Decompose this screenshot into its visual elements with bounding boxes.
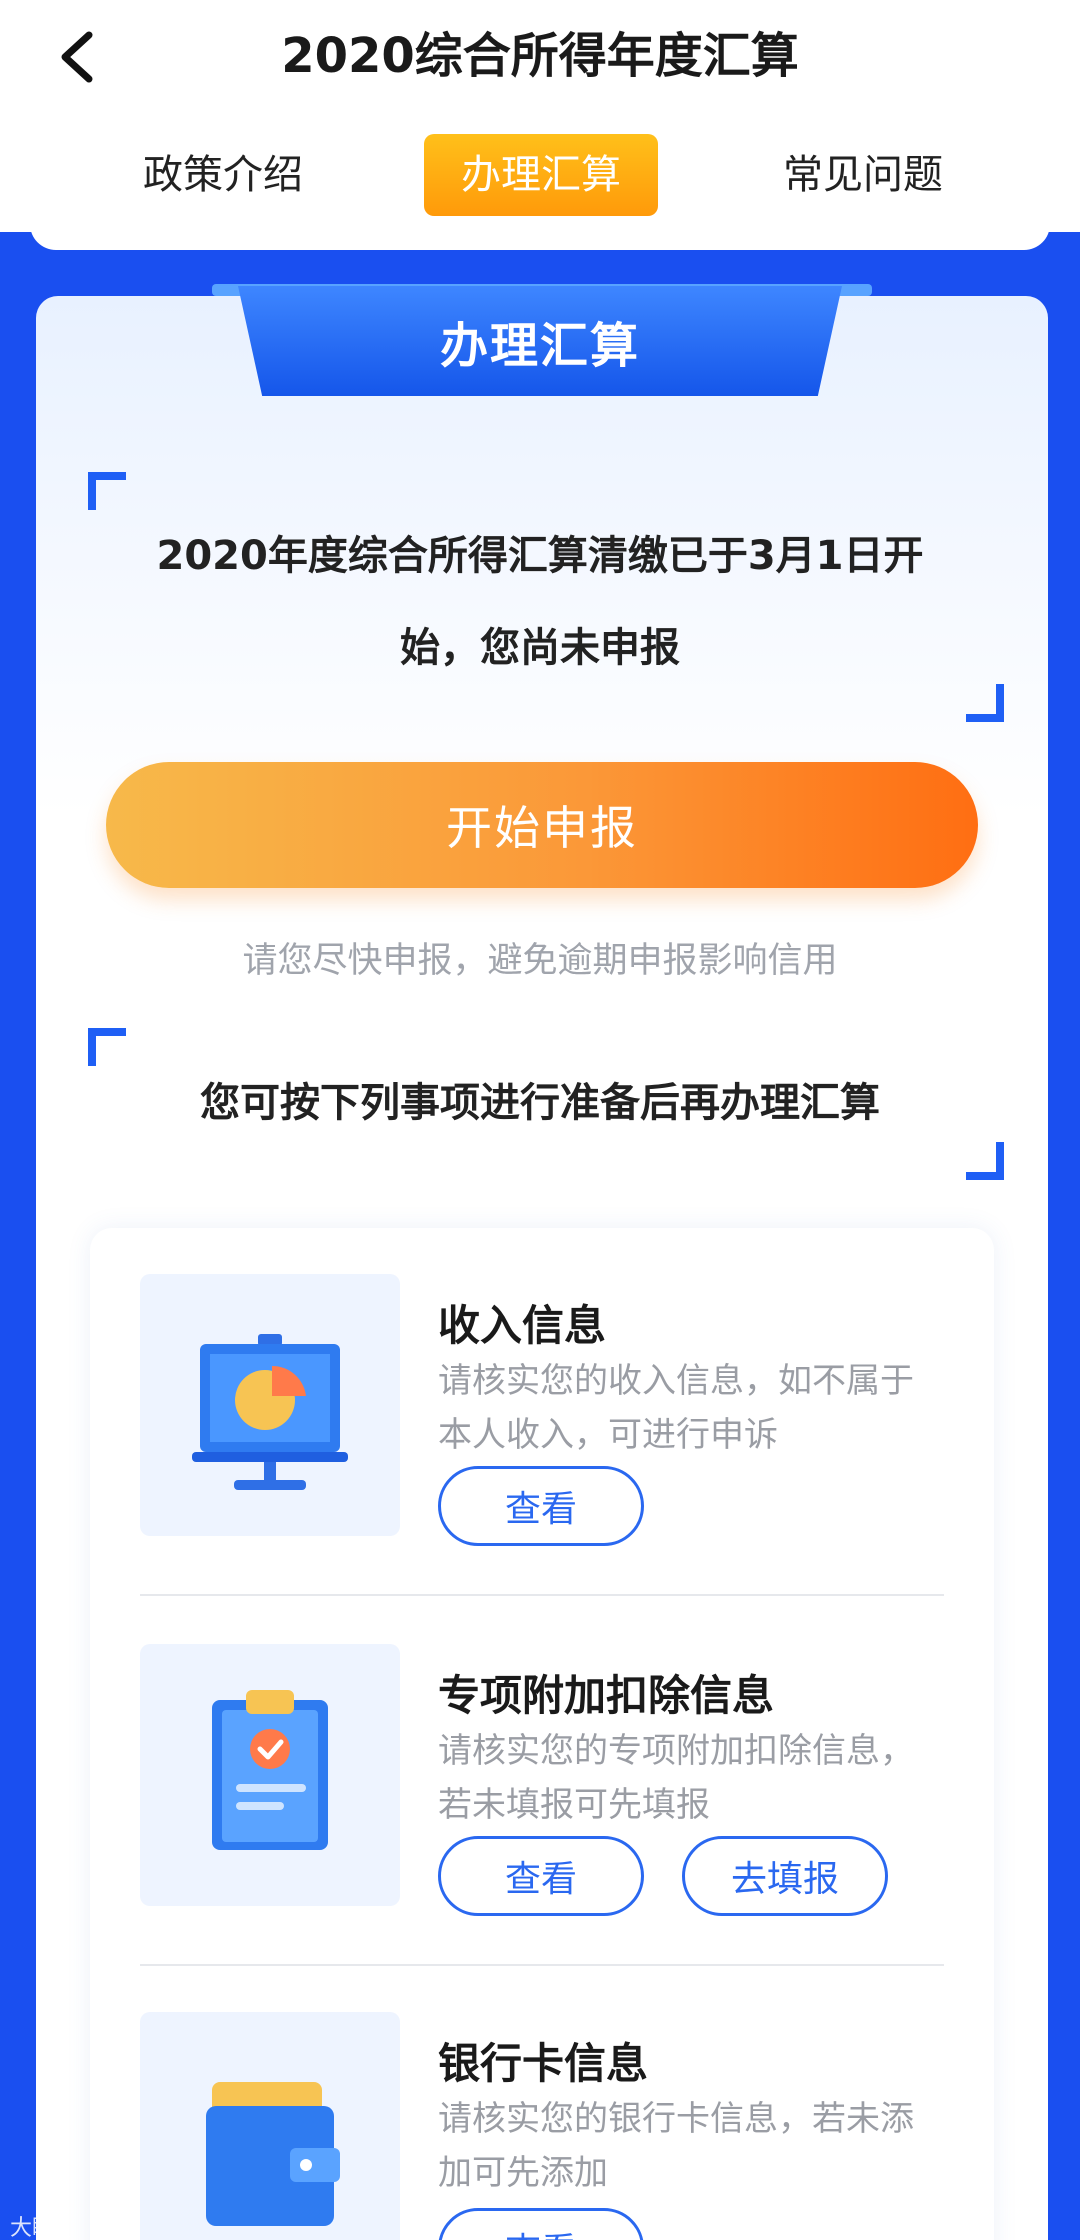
desc-line: 加可先添加 (438, 2153, 608, 2193)
filing-hint: 请您尽快申报，避免逾期申报影响信用 (242, 941, 838, 981)
fill-deductions-button[interactable]: 去填报 (682, 1836, 888, 1916)
section-ribbon: 办理汇算 (238, 286, 842, 396)
view-income-button[interactable]: 查看 (438, 1466, 644, 1546)
tab-faq[interactable]: 常见问题 (750, 134, 976, 216)
list-item-bank-card: 银行卡信息 请核实您的银行卡信息，若未添 加可先添加 查看 (140, 2012, 960, 2240)
top-bar: 2020综合所得年度汇算 政策介绍 办理汇算 常见问题 (0, 0, 1080, 232)
ribbon-title: 办理汇算 (439, 318, 640, 374)
desc-line: 请核实您的收入信息，如不属于 (438, 1361, 914, 1401)
item-title: 专项附加扣除信息 (438, 1671, 775, 1720)
app-screen: 2020综合所得年度汇算 政策介绍 办理汇算 常见问题 办理汇算 2020年度综… (0, 0, 1080, 2240)
desc-line: 请核实您的专项附加扣除信息， (438, 1731, 914, 1771)
item-description: 请核实您的收入信息，如不属于 本人收入，可进行申诉 (438, 1354, 1078, 1462)
bank-card-illustration (140, 2012, 400, 2240)
clipboard-check-icon (212, 1690, 328, 1850)
desc-line: 请核实您的银行卡信息，若未添 (438, 2099, 914, 2139)
view-bank-card-button[interactable]: 查看 (438, 2208, 644, 2240)
item-title: 收入信息 (438, 1301, 607, 1350)
corner-bracket-top-left-2 (88, 1028, 126, 1066)
corner-bracket-bottom-right (966, 684, 1004, 722)
income-illustration (140, 1274, 400, 1536)
watermark: 大眼睛 (10, 2216, 77, 2240)
presentation-pie-chart-icon (192, 1334, 348, 1490)
item-description: 请核实您的银行卡信息，若未添 加可先添加 (438, 2092, 1078, 2200)
tab-process-active[interactable]: 办理汇算 (424, 134, 658, 216)
corner-bracket-bottom-right-2 (966, 1142, 1004, 1180)
desc-line: 本人收入，可进行申诉 (438, 1415, 778, 1455)
item-description: 请核实您的专项附加扣除信息， 若未填报可先填报 (438, 1724, 1078, 1832)
item-title: 银行卡信息 (438, 2039, 649, 2088)
notice-line-1: 2020年度综合所得汇算清缴已于3月1日开 (156, 533, 924, 579)
corner-bracket-top-left (88, 472, 126, 510)
tab-policy[interactable]: 政策介绍 (118, 134, 328, 216)
view-deductions-button[interactable]: 查看 (438, 1836, 644, 1916)
wallet-icon (206, 2082, 340, 2226)
desc-line: 若未填报可先填报 (438, 1785, 710, 1825)
notice-line-2: 始，您尚未申报 (400, 625, 680, 671)
preparation-title: 您可按下列事项进行准备后再办理汇算 (200, 1080, 880, 1126)
divider (140, 1594, 944, 1596)
deductions-illustration (140, 1644, 400, 1906)
start-filing-button[interactable]: 开始申报 (106, 762, 978, 888)
list-item-deductions: 专项附加扣除信息 请核实您的专项附加扣除信息， 若未填报可先填报 查看 去填报 (140, 1644, 960, 1944)
divider (140, 1964, 944, 1966)
page-title: 2020综合所得年度汇算 (281, 28, 799, 84)
list-item-income: 收入信息 请核实您的收入信息，如不属于 本人收入，可进行申诉 查看 (140, 1274, 960, 1574)
filing-notice: 2020年度综合所得汇算清缴已于3月1日开 始，您尚未申报 (120, 510, 960, 694)
